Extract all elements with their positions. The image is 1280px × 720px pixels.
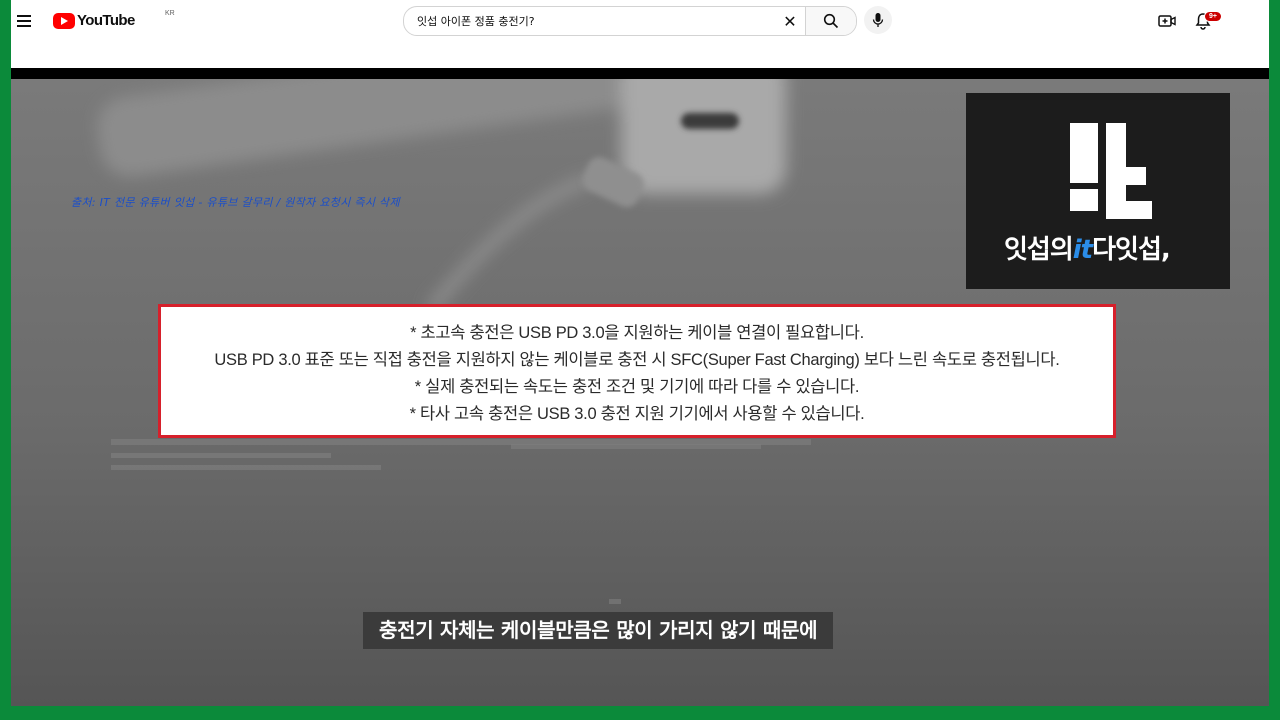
channel-logo-card: 잇섭의it다잇섭,: [966, 93, 1230, 289]
notice-line: * 타사 고속 충전은 USB 3.0 충전 지원 기기에서 사용할 수 있습니…: [409, 405, 865, 423]
notice-line: * 초고속 충전은 USB PD 3.0을 지원하는 케이블 연결이 필요합니다…: [410, 324, 864, 342]
logo-wordmark: YouTube: [77, 12, 135, 29]
youtube-logo[interactable]: YouTube KR: [53, 10, 175, 29]
video-player[interactable]: 출처: IT 전문 유튜버 잇섭 - 유튜브 갈무리 / 원작자 요청시 즉시 …: [11, 79, 1269, 706]
create-video-icon: [1158, 15, 1176, 27]
browser-frame: YouTube KR ✕: [11, 0, 1269, 706]
country-code: KR: [165, 10, 175, 17]
notice-line: USB PD 3.0 표준 또는 직접 충전을 지원하지 않는 케이블로 충전 …: [214, 351, 1060, 369]
search-icon: [823, 13, 839, 29]
search-button[interactable]: [805, 7, 856, 35]
search-box: ✕: [403, 6, 857, 36]
notice-line: * 실제 충전되는 속도는 충전 조건 및 기기에 따라 다를 수 있습니다.: [414, 378, 860, 396]
search-input[interactable]: [404, 8, 775, 34]
source-credit: 출처: IT 전문 유튜버 잇섭 - 유튜브 갈무리 / 원작자 요청시 즉시 …: [71, 196, 400, 209]
menu-icon[interactable]: [17, 12, 41, 32]
create-button[interactable]: [1157, 11, 1177, 31]
channel-logo-text: 잇섭의it다잇섭,: [1004, 229, 1171, 266]
logo-text-prefix: 잇섭의: [1004, 235, 1074, 265]
close-icon[interactable]: ✕: [775, 12, 805, 31]
notification-badge: 9+: [1204, 11, 1222, 22]
logo-text-it: it: [1072, 235, 1093, 265]
youtube-header: YouTube KR ✕: [11, 0, 1269, 68]
logo-text-suffix: 다잇섭,: [1092, 235, 1171, 265]
youtube-play-icon: [53, 12, 75, 29]
video-subtitle: 충전기 자체는 케이블만큼은 많이 가리지 않기 때문에: [363, 612, 834, 649]
voice-search-button[interactable]: [864, 6, 892, 34]
charging-notice-box: * 초고속 충전은 USB PD 3.0을 지원하는 케이블 연결이 필요합니다…: [158, 304, 1116, 438]
mic-icon: [872, 13, 884, 27]
